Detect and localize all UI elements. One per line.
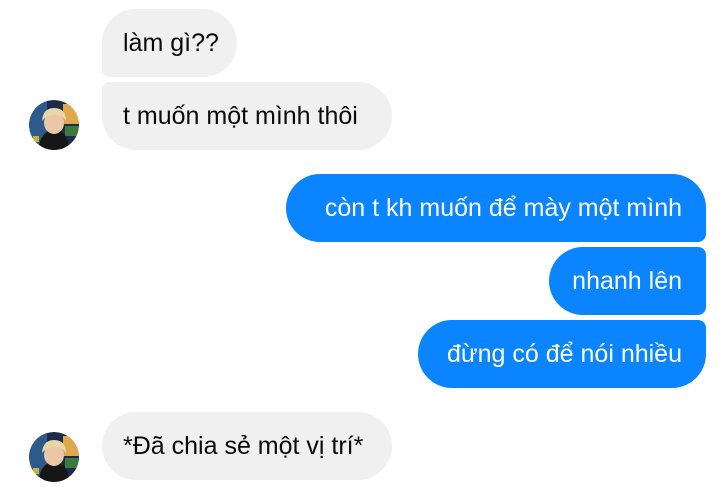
message-bubble-outgoing[interactable]: đừng có để nói nhiều	[418, 320, 706, 388]
avatar-photo-icon	[29, 432, 79, 482]
contact-avatar[interactable]	[29, 432, 79, 482]
message-text: nhanh lên	[572, 266, 682, 295]
message-text: *Đã chia sẻ một vị trí*	[123, 431, 364, 460]
chat-thread: làm gì?? t muốn một mình thôi còn t kh m…	[0, 0, 720, 487]
message-bubble-incoming[interactable]: *Đã chia sẻ một vị trí*	[102, 412, 392, 480]
message-text: đừng có để nói nhiều	[447, 339, 682, 368]
message-text: t muốn một mình thôi	[123, 101, 358, 130]
message-bubble-incoming[interactable]: làm gì??	[102, 9, 237, 77]
message-bubble-incoming[interactable]: t muốn một mình thôi	[102, 82, 392, 150]
message-text: còn t kh muốn để mày một mình	[324, 193, 682, 222]
message-bubble-outgoing[interactable]: nhanh lên	[549, 247, 706, 315]
contact-avatar[interactable]	[29, 100, 79, 150]
avatar-photo-icon	[29, 100, 79, 150]
message-bubble-outgoing[interactable]: còn t kh muốn để mày một mình	[286, 174, 706, 242]
message-text: làm gì??	[123, 28, 219, 57]
